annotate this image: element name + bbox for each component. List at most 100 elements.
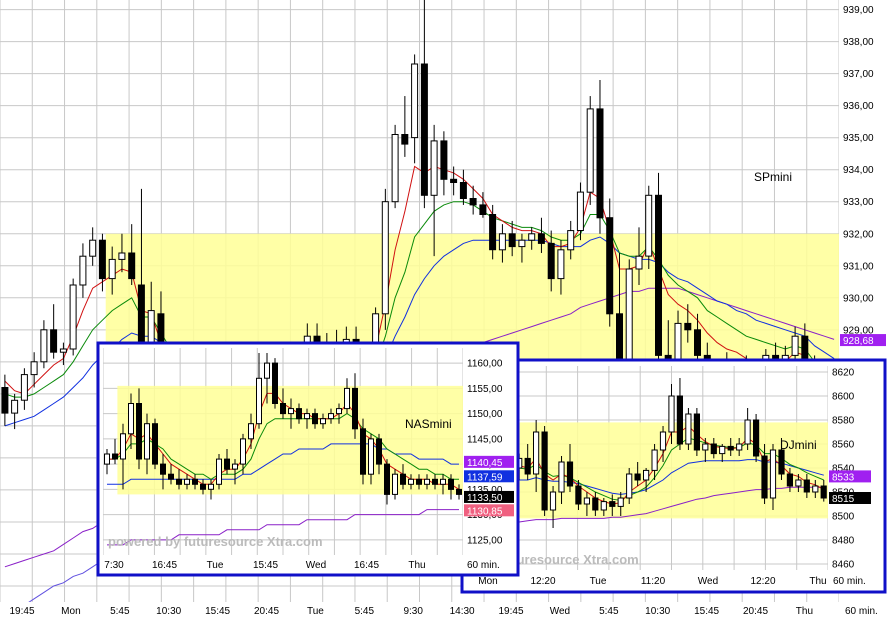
djmini-candle-body [778,449,785,475]
nasmini-candle-body [360,428,366,475]
spmini-chart: SPmini 939,00 938,00 937,00 936,00 935,00 934,… [0,0,887,617]
nasmini-candle-body [136,403,142,460]
nasmini-x-tick-label: 7:30 [104,560,124,571]
nasmini-candle-body [232,463,238,470]
spmini-y-tick-label: 935,00 [843,133,874,144]
nasmini-candle-body [280,403,286,415]
spmini-candle-body [50,329,58,353]
spmini-candle-body [567,230,575,251]
djmini-y-tick-label: 8620 [832,368,855,379]
spmini-y-tick-label: 937,00 [843,69,874,80]
spmini-x-tick-label: 19:45 [498,606,523,617]
spmini-candle-body [20,374,28,401]
spmini-candle-body [69,284,77,350]
spmini-candle-body [635,255,643,270]
djmini-candle-body [643,469,650,481]
spmini-x-tick-label: 10:30 [156,606,181,617]
spmini-value-badge-label: 928,68 [843,336,874,347]
spmini-candle [20,368,28,410]
djmini-candle-body [566,461,574,487]
nasmini-candle-body [304,413,310,420]
djmini-value-badge-label: 8533 [832,472,855,483]
nasmini-value-badge: 1140,45 [464,455,514,469]
nasmini-candle-body [328,413,334,420]
nasmini-candle-body [112,453,118,460]
spmini-candle [645,185,653,269]
spmini-candle-body [79,255,87,286]
djmini-candle-body [702,443,709,451]
nasmini-candle-body [376,438,382,465]
djmini-value-badge: 8515 [829,492,871,505]
spmini-candle [586,96,594,205]
djmini-candle [541,426,548,516]
djmini-candle-body [719,445,726,455]
djmini-candle-body [795,479,802,487]
spmini-candle [381,188,389,330]
nasmini-candle-body [216,458,222,485]
nasmini-candle-body [272,362,278,405]
nasmini-candle-body [208,483,214,490]
djmini-x-tick-label: 11:20 [641,576,666,587]
nasmini-panel: NASmini 1160,00 1155,00 1150,00 1145,00 1140,… [96,341,520,577]
spmini-x-tick-label: 10:30 [645,606,670,617]
djmini-candle-body [651,449,658,471]
spmini-candle-body [430,140,438,196]
djmini-panel: DJmini8620860085808560854085208500848084… [460,358,887,594]
spmini-x-tick-label: 5:45 [355,606,375,617]
spmini-candle-body [128,252,136,280]
nasmini-watermark: powered by futuresource Xtra.com [108,534,323,549]
djmini-interval-label: 60 min. [833,576,866,587]
nasmini-candle-body [264,362,270,379]
spmini-y-tick-label: 933,00 [843,197,874,208]
spmini-candle [420,0,428,209]
djmini-x-tick-label: Mon [478,576,497,587]
djmini-candle-body [583,497,590,505]
djmini-candle-body [659,431,667,451]
nasmini-candle-body [440,478,446,485]
nasmini-candle-body [448,478,454,490]
spmini-candle-body [537,233,545,244]
nasmini-candle-body [160,463,166,475]
spmini-x-tick-label: 20:45 [254,606,279,617]
nasmini-candle-body [104,453,110,465]
spmini-candle-body [118,252,126,260]
nasmini-candle-body [320,418,326,425]
spmini-candle-body [625,268,633,372]
spmini-candle [391,124,399,209]
spmini-x-tick-label: Wed [550,606,570,617]
nasmini-candle-body [336,408,342,415]
nasmini-candle-body [184,478,190,485]
djmini-candle-body [761,455,768,499]
djmini-x-tick-label: Thu [809,576,826,587]
nasmini-candle-body [176,478,182,485]
nasmini-candle-body [312,413,318,425]
djmini-y-tick-label: 8500 [832,512,855,523]
spmini-candle-body [684,322,692,331]
djmini-candle-body [626,473,633,499]
djmini-x-tick-label: 12:20 [750,576,775,587]
djmini-x-tick-label: Wed [698,576,718,587]
djmini-candle-body [541,431,548,511]
spmini-candle-body [30,361,38,376]
djmini-candle [693,408,700,456]
nasmini-candle [360,418,366,485]
djmini-candle-body [744,419,751,445]
spmini-candle-body [440,140,448,180]
djmini-x-tick-label: Tue [590,576,607,587]
nasmini-y-tick-label: 1125,00 [467,535,503,546]
djmini-candle-body [600,501,607,511]
spmini-candle-body [586,108,594,193]
nasmini-interval-label: 60 min. [467,560,500,571]
djmini-candle-body [786,473,793,487]
nasmini-candle-body [368,438,374,475]
nasmini-x-tick-label: Tue [207,560,224,571]
nasmini-candle-body [400,473,406,485]
nasmini-candle-body [192,478,198,485]
spmini-candle-body [11,399,19,414]
djmini-candle [685,408,692,450]
spmini-candle-body [489,214,497,251]
nasmini-y-tick-label: 1145,00 [467,434,503,445]
spmini-candle [40,320,48,369]
djmini-candle-body [710,443,717,455]
djmini-candle-body [609,501,616,507]
